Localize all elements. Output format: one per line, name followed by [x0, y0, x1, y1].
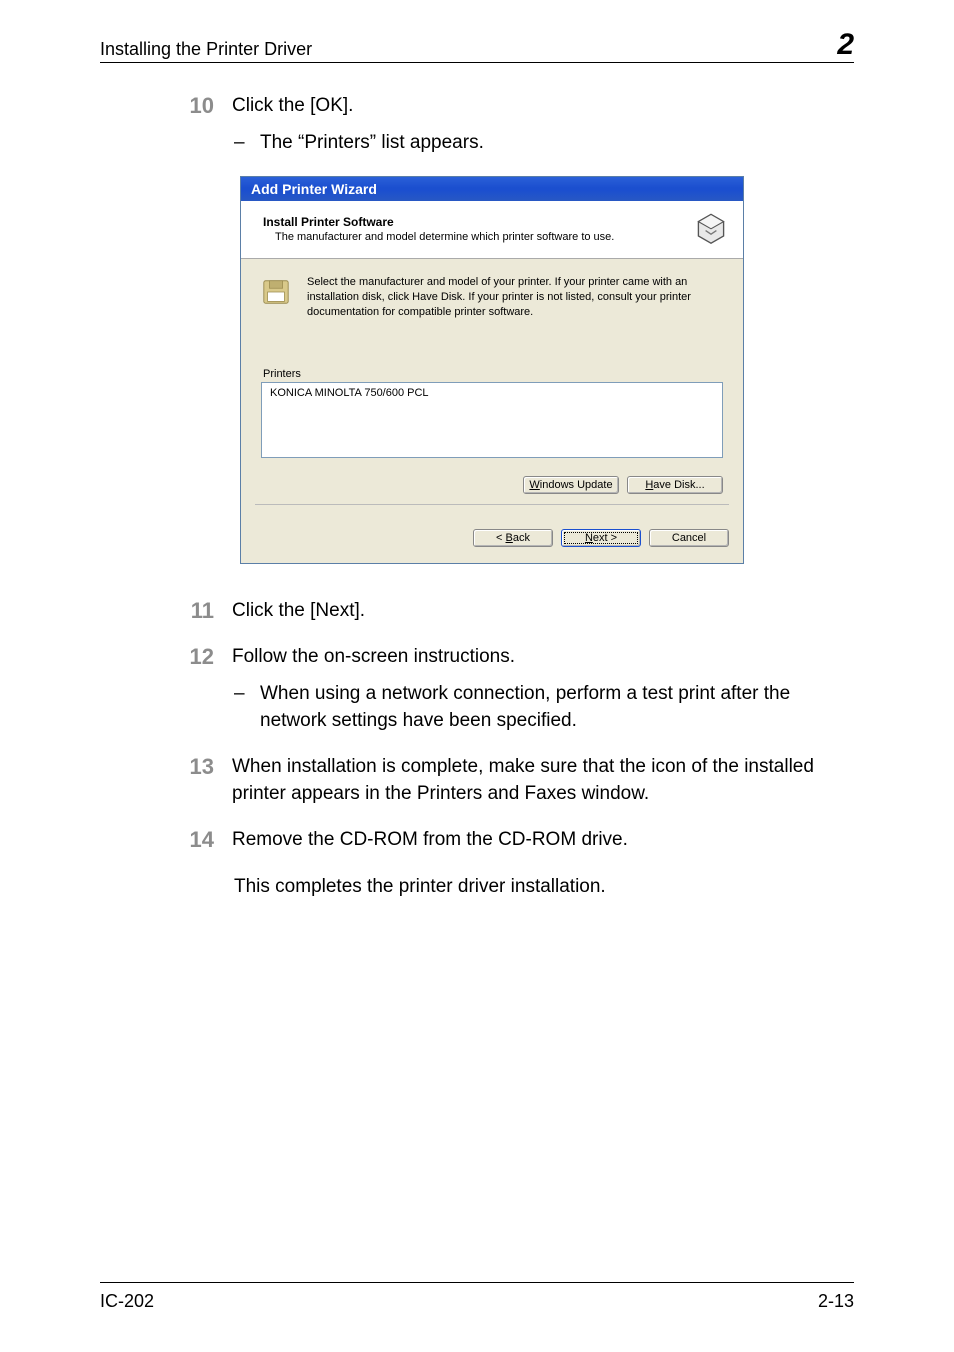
printer-icon	[693, 209, 729, 248]
step-number: 12	[182, 644, 214, 671]
back-button[interactable]: < Back	[473, 529, 553, 547]
step-number: 10	[182, 93, 214, 120]
bullet-dash: –	[234, 130, 246, 157]
dialog-head-title: Install Printer Software	[263, 215, 683, 229]
instruction-row: Select the manufacturer and model of you…	[261, 275, 723, 320]
cancel-button[interactable]: Cancel	[649, 529, 729, 547]
step-12: 12 Follow the on-screen instructions.	[182, 644, 854, 671]
dialog-footer: < Back Next > Cancel	[241, 529, 743, 563]
bullet-dash: –	[234, 681, 246, 734]
dialog-header: Install Printer Software The manufacture…	[241, 201, 743, 259]
page-footer: IC-202 2-13	[100, 1282, 854, 1312]
step-13: 13 When installation is complete, make s…	[182, 754, 854, 807]
sub-text: When using a network connection, perform…	[260, 681, 854, 734]
sub-text: The “Printers” list appears.	[260, 130, 484, 157]
closing-text: This completes the printer driver instal…	[234, 874, 854, 901]
windows-update-button[interactable]: Windows Update	[523, 476, 619, 494]
printers-listbox[interactable]: KONICA MINOLTA 750/600 PCL	[261, 382, 723, 458]
printers-label: Printers	[263, 368, 723, 380]
section-title: Installing the Printer Driver	[100, 39, 312, 60]
chapter-number: 2	[837, 30, 854, 60]
step-11: 11 Click the [Next].	[182, 598, 854, 625]
step-10: 10 Click the [OK].	[182, 93, 854, 120]
step-text: When installation is complete, make sure…	[232, 754, 854, 807]
printers-list-item[interactable]: KONICA MINOLTA 750/600 PCL	[270, 387, 714, 399]
step-number: 11	[182, 598, 214, 625]
page-header: Installing the Printer Driver 2	[100, 30, 854, 63]
step-number: 14	[182, 827, 214, 854]
step-text: Click the [OK].	[232, 93, 854, 120]
middle-button-row: Windows Update Have Disk...	[261, 476, 723, 494]
step-number: 13	[182, 754, 214, 807]
dialog-body: Select the manufacturer and model of you…	[241, 259, 743, 529]
instruction-text: Select the manufacturer and model of you…	[307, 275, 723, 320]
next-button[interactable]: Next >	[561, 529, 641, 547]
step-12-sub: – When using a network connection, perfo…	[234, 681, 854, 734]
add-printer-wizard-dialog: Add Printer Wizard Install Printer Softw…	[240, 176, 744, 564]
footer-left: IC-202	[100, 1291, 154, 1312]
step-text: Follow the on-screen instructions.	[232, 644, 854, 671]
disk-icon	[261, 275, 291, 310]
dialog-head-sub: The manufacturer and model determine whi…	[275, 231, 683, 243]
footer-right: 2-13	[818, 1291, 854, 1312]
dialog-titlebar: Add Printer Wizard	[241, 177, 743, 201]
separator	[255, 504, 729, 505]
step-text: Remove the CD-ROM from the CD-ROM drive.	[232, 827, 854, 854]
step-10-sub: – The “Printers” list appears.	[234, 130, 854, 157]
have-disk-button[interactable]: Have Disk...	[627, 476, 723, 494]
step-14: 14 Remove the CD-ROM from the CD-ROM dri…	[182, 827, 854, 854]
step-text: Click the [Next].	[232, 598, 854, 625]
